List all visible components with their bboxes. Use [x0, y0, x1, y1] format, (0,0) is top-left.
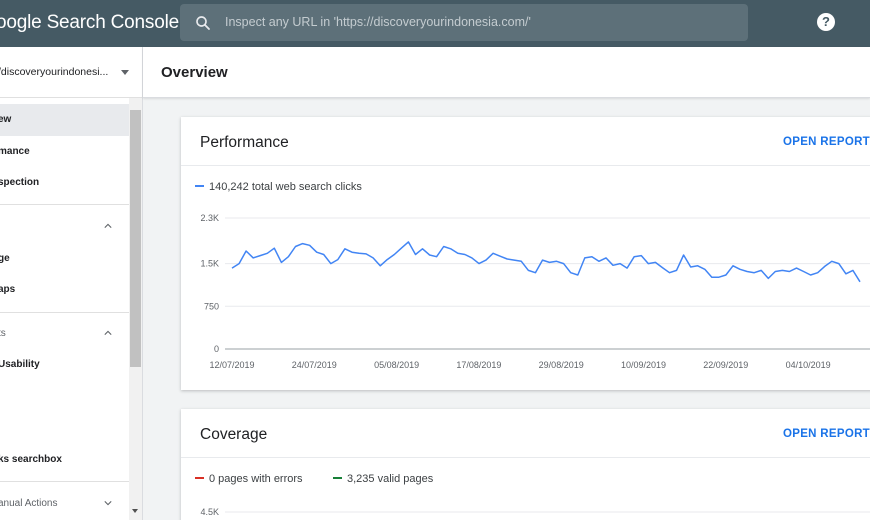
sidebar-divider [0, 481, 129, 482]
sidebar-item-performance[interactable]: mance [0, 136, 129, 168]
sidebar-scrollbar-thumb[interactable] [130, 110, 141, 367]
coverage-card: Coverage OPEN REPORT 0 pages with errors… [181, 409, 870, 520]
sidebar-item-mobile-usability[interactable]: Usability [0, 349, 129, 381]
performance-card: Performance OPEN REPORT 140,242 total we… [181, 117, 870, 390]
sidebar-item-coverage[interactable]: ge [0, 243, 129, 275]
url-inspection-search[interactable]: Inspect any URL in 'https://discoveryour… [180, 4, 748, 41]
x-tick-label: 24/07/2019 [292, 360, 337, 370]
sidebar-item-url-inspection[interactable]: spection [0, 167, 129, 199]
chevron-up-icon [104, 223, 112, 228]
series-line-clicks[interactable] [231, 241, 861, 283]
main-header: Overview [143, 47, 870, 98]
help-icon[interactable]: ? [817, 13, 835, 31]
sidebar: /discoveryourindonesi... ew mance specti… [0, 47, 143, 520]
sidebar-divider [0, 312, 129, 313]
page-title: Overview [161, 64, 228, 81]
coverage-chart: 4.5K [200, 507, 870, 517]
search-icon [196, 16, 210, 30]
search-console-logo[interactable]: oogle Search Console [0, 12, 179, 34]
x-tick-label: 17/08/2019 [456, 360, 501, 370]
search-input[interactable]: Inspect any URL in 'https://discoveryour… [225, 15, 531, 29]
sidebar-section-enhancements[interactable]: ts [0, 318, 129, 350]
y-tick-label: 750 [204, 301, 219, 311]
x-tick-label: 12/07/2019 [209, 360, 254, 370]
property-label: /discoveryourindonesi... [0, 66, 109, 78]
y-tick-label: 1.5K [200, 259, 219, 269]
x-tick-label: 10/09/2019 [621, 360, 666, 370]
sidebar-divider [0, 204, 129, 205]
y-tick-label: 2.3K [200, 213, 219, 223]
y-tick-label: 0 [214, 344, 219, 354]
x-tick-label: 05/08/2019 [374, 360, 419, 370]
scroll-down-arrow-icon[interactable] [132, 509, 138, 513]
x-tick-label: 22/09/2019 [703, 360, 748, 370]
sidebar-item-overview[interactable]: ew [0, 104, 129, 136]
sidebar-section-manual-actions[interactable]: anual Actions [0, 488, 129, 520]
chevron-up-icon [104, 330, 112, 335]
property-selector[interactable]: /discoveryourindonesi... [0, 47, 142, 98]
chevron-down-icon [104, 501, 112, 506]
top-app-bar: oogle Search Console Inspect any URL in … [0, 0, 870, 47]
performance-chart: 0 750 1.5K 2.3K 12/07/2019 24/07/2019 05/08/20… [200, 213, 870, 370]
caret-down-icon [121, 70, 129, 75]
sidebar-section-index[interactable] [0, 211, 129, 243]
sidebar-item-sitemaps[interactable]: aps [0, 274, 129, 306]
coverage-y-tick: 4.5K [200, 507, 219, 517]
x-tick-label: 29/08/2019 [539, 360, 584, 370]
x-tick-label: 04/10/2019 [786, 360, 831, 370]
sidebar-item-sitelinks-searchbox[interactable]: ks searchbox [0, 444, 129, 476]
